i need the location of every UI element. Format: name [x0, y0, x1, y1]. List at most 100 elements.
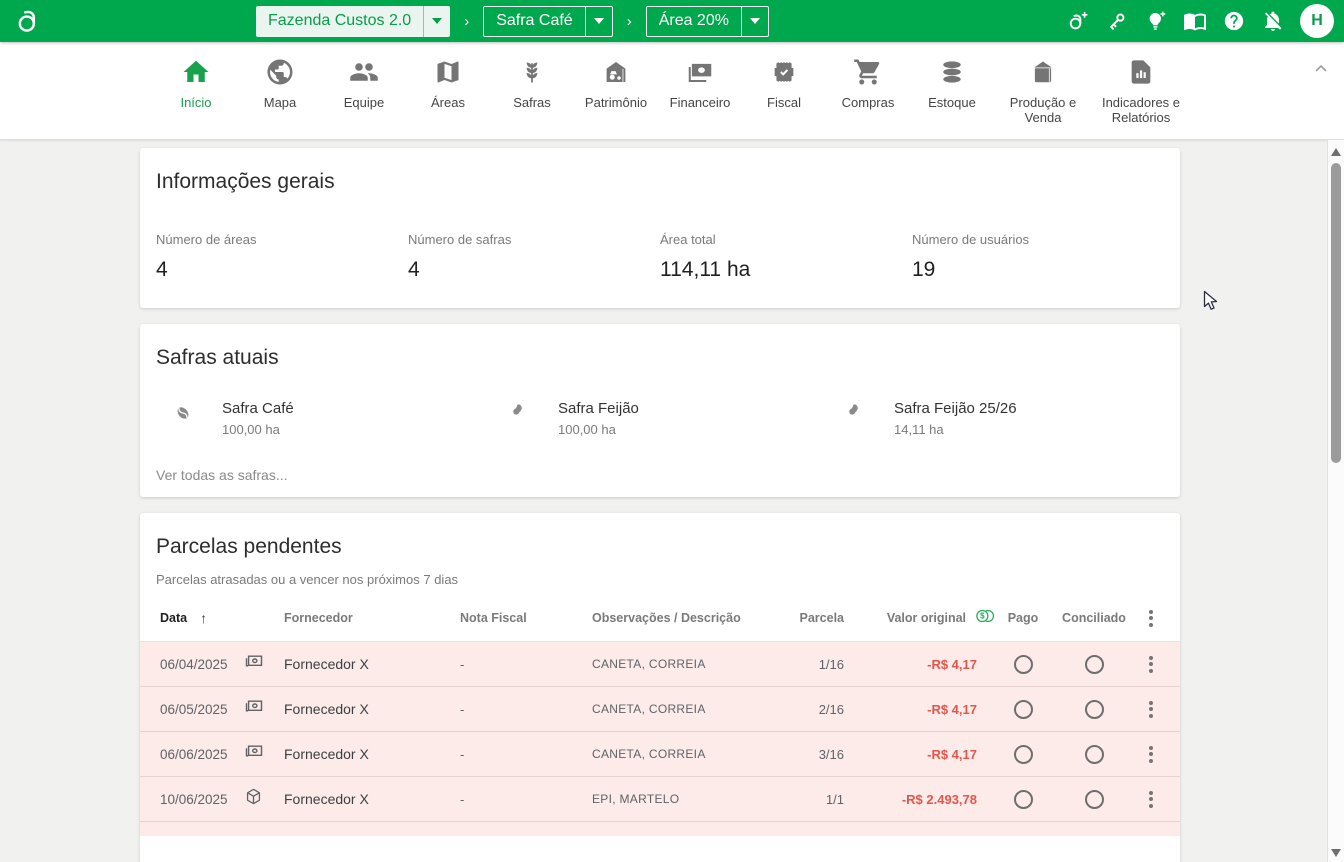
reconciled-radio[interactable] — [1085, 790, 1104, 809]
nav-item-fiscal[interactable]: Fiscal — [742, 55, 826, 110]
installment-row[interactable]: 10/06/2025 Fornecedor X - EPI, MARTELO 1… — [140, 777, 1180, 822]
help-icon[interactable] — [1222, 9, 1246, 33]
nav-item-equipe[interactable]: Equipe — [322, 55, 406, 110]
package-icon — [240, 787, 263, 811]
nav-item-compras[interactable]: Compras — [826, 55, 910, 110]
map-icon — [406, 55, 490, 89]
column-header-observacoes: Observações / Descrição — [560, 611, 764, 625]
vertical-scrollbar[interactable] — [1327, 140, 1344, 862]
installment-row[interactable]: 06/05/2025 Fornecedor X - CANETA, CORREI… — [140, 687, 1180, 732]
paid-radio[interactable] — [1014, 790, 1033, 809]
nav-item-producao-venda[interactable]: Produção e Venda — [994, 55, 1092, 125]
row-kebab-menu[interactable] — [1145, 652, 1157, 677]
view-all-seasons-link[interactable]: Ver todas as safras... — [156, 467, 288, 483]
header-actions: H — [1066, 0, 1334, 42]
stat-value: 4 — [408, 258, 660, 282]
cell-value: -R$ 4,17 — [927, 657, 994, 672]
cell-invoice: - — [436, 792, 560, 807]
stat-area-total: Área total 114,11 ha — [660, 232, 912, 282]
barn-tractor-icon — [574, 55, 658, 89]
reconciled-radio[interactable] — [1085, 655, 1104, 674]
chevron-down-icon — [585, 7, 612, 36]
nav-label: Mapa — [238, 95, 322, 110]
column-label: Valor original — [887, 611, 966, 625]
installment-row[interactable]: 06/06/2025 Fornecedor X - CANETA, CORREI… — [140, 732, 1180, 777]
season-item-safra-cafe[interactable]: Safra Café 100,00 ha — [172, 400, 508, 437]
breadcrumb-separator: › — [464, 13, 469, 30]
column-header-nota-fiscal: Nota Fiscal — [436, 611, 560, 625]
scrollbar-thumb[interactable] — [1331, 163, 1341, 463]
aegro-add-icon[interactable] — [1066, 9, 1090, 33]
season-area: 100,00 ha — [222, 422, 294, 437]
installment-row-partial[interactable] — [140, 822, 1180, 836]
nav-item-indicadores-relatorios[interactable]: Indicadores e Relatórios — [1092, 55, 1190, 125]
season-area: 14,11 ha — [894, 422, 1017, 437]
stat-value: 19 — [912, 258, 1164, 282]
nav-item-estoque[interactable]: Estoque — [910, 55, 994, 110]
book-icon[interactable] — [1183, 9, 1207, 33]
season-name: Safra Feijão — [558, 400, 639, 417]
silo-icon — [994, 55, 1092, 89]
stack-icon — [910, 55, 994, 89]
scrollbar-up-arrow[interactable] — [1331, 148, 1341, 156]
globe-icon — [238, 55, 322, 89]
notifications-off-icon[interactable] — [1261, 9, 1285, 33]
stat-num-areas: Número de áreas 4 — [156, 232, 408, 282]
nav-item-patrimonio[interactable]: Patrimônio — [574, 55, 658, 110]
nav-label: Produção e Venda — [994, 95, 1092, 125]
season-name: Safra Feijão 25/26 — [894, 400, 1017, 417]
row-kebab-menu[interactable] — [1145, 697, 1157, 722]
reconciled-radio[interactable] — [1085, 700, 1104, 719]
cell-description: CANETA, CORREIA — [560, 702, 764, 716]
cell-installment: 1/1 — [826, 792, 844, 807]
paid-radio[interactable] — [1014, 700, 1033, 719]
paid-radio[interactable] — [1014, 655, 1033, 674]
nav-item-financeiro[interactable]: Financeiro — [658, 55, 742, 110]
breadcrumb: Fazenda Custos 2.0 › Safra Café › Área 2… — [256, 5, 769, 37]
farm-selector[interactable]: Fazenda Custos 2.0 — [256, 6, 450, 37]
column-label: Data — [160, 611, 187, 625]
nav-item-safras[interactable]: Safras — [490, 55, 574, 110]
stat-label: Número de usuários — [912, 232, 1164, 247]
nav-label: Fiscal — [742, 95, 826, 110]
nav-label: Equipe — [322, 95, 406, 110]
nav-item-areas[interactable]: Áreas — [406, 55, 490, 110]
nav-label: Indicadores e Relatórios — [1092, 95, 1190, 125]
area-selector[interactable]: Área 20% — [646, 6, 769, 37]
card-subtitle: Parcelas atrasadas ou a vencer nos próxi… — [140, 559, 1180, 587]
table-header-kebab-menu[interactable] — [1145, 606, 1157, 631]
paid-radio[interactable] — [1014, 745, 1033, 764]
cell-supplier: Fornecedor X — [276, 656, 436, 672]
card-title: Informações gerais — [140, 148, 1180, 194]
key-icon[interactable] — [1105, 9, 1129, 33]
cell-value: -R$ 4,17 — [927, 702, 994, 717]
cell-installment: 2/16 — [819, 702, 844, 717]
reconciled-radio[interactable] — [1085, 745, 1104, 764]
area-selector-label: Área 20% — [647, 7, 741, 36]
nav-item-inicio[interactable]: Início — [154, 55, 238, 110]
column-header-fornecedor: Fornecedor — [276, 611, 436, 625]
card-title: Parcelas pendentes — [140, 513, 1180, 559]
card-title: Safras atuais — [140, 324, 1180, 370]
column-header-data[interactable]: Data ↑ — [160, 610, 240, 626]
banknote-icon — [240, 697, 264, 722]
collapse-nav-chevron-up-icon[interactable] — [1314, 60, 1328, 78]
pending-installments-card: Parcelas pendentes Parcelas atrasadas ou… — [140, 513, 1180, 862]
cell-invoice: - — [436, 657, 560, 672]
season-item-safra-feijao-25-26[interactable]: Safra Feijão 25/26 14,11 ha — [844, 400, 1180, 437]
user-avatar[interactable]: H — [1300, 4, 1334, 38]
season-item-safra-feijao[interactable]: Safra Feijão 100,00 ha — [508, 400, 844, 437]
nav-item-mapa[interactable]: Mapa — [238, 55, 322, 110]
stat-value: 114,11 ha — [660, 258, 912, 282]
installment-row[interactable]: 06/04/2025 Fornecedor X - CANETA, CORREI… — [140, 642, 1180, 687]
aegro-logo-icon[interactable] — [14, 7, 42, 40]
column-header-valor-original: Valor original $ — [887, 606, 994, 631]
lightbulb-plus-icon[interactable] — [1144, 9, 1168, 33]
bean-icon — [844, 402, 868, 425]
row-kebab-menu[interactable] — [1145, 742, 1157, 767]
row-kebab-menu[interactable] — [1145, 787, 1157, 812]
season-selector[interactable]: Safra Café — [483, 6, 612, 37]
cell-description: EPI, MARTELO — [560, 792, 764, 806]
season-name: Safra Café — [222, 400, 294, 417]
scrollbar-down-arrow[interactable] — [1331, 849, 1341, 857]
